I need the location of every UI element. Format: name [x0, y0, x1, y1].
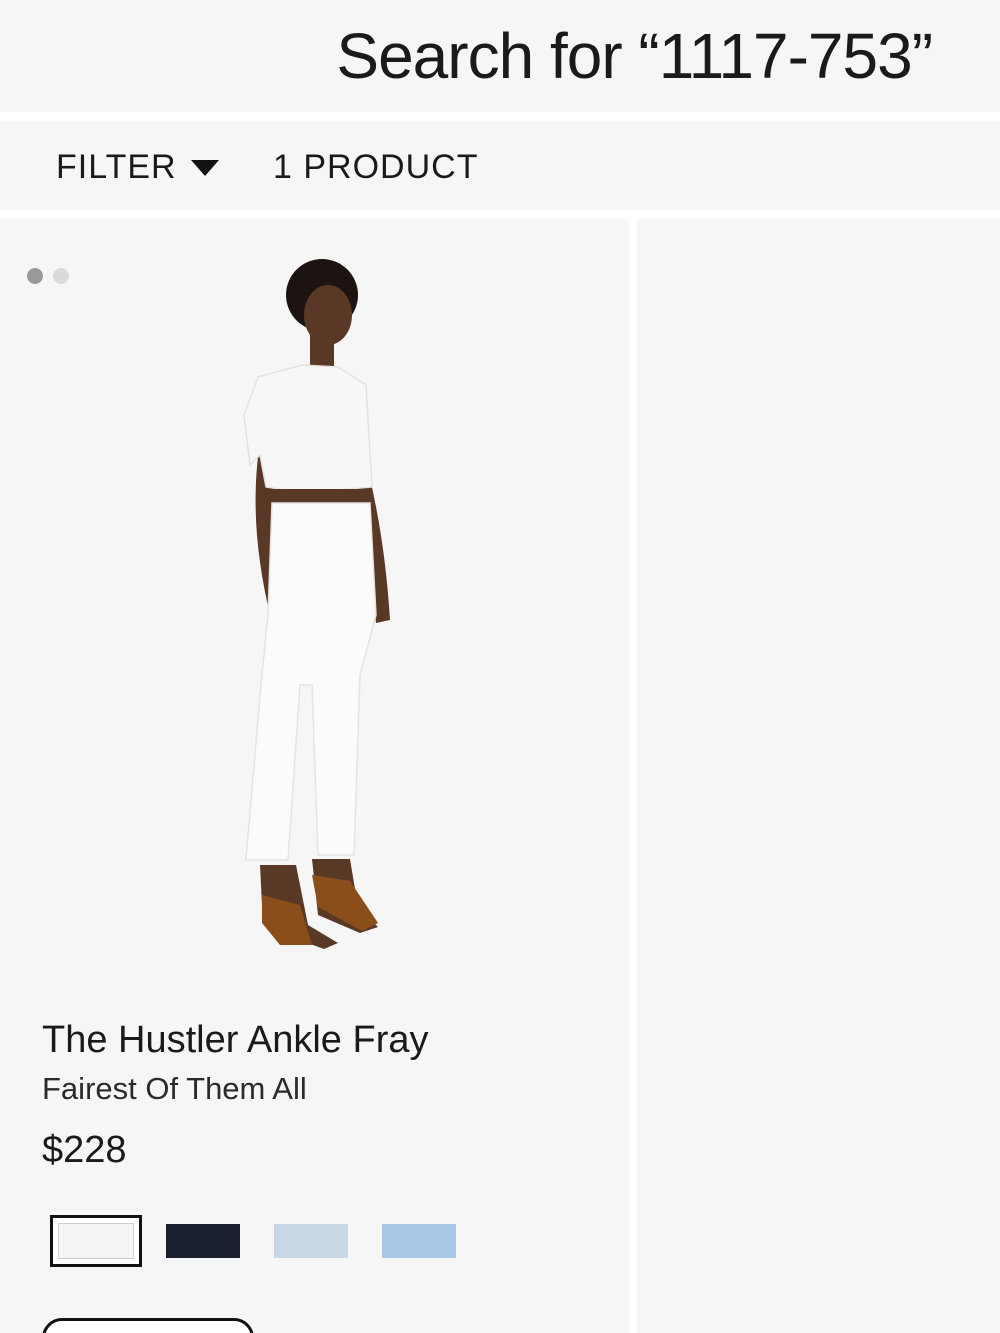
- search-results-page: Search for “1117-753” FILTER 1 PRODUCT T…: [0, 0, 1000, 1333]
- empty-grid-cell: [637, 219, 1000, 1333]
- product-price: $228: [42, 1129, 127, 1171]
- filter-button[interactable]: FILTER: [56, 145, 219, 189]
- swatch-navy[interactable]: [166, 1224, 240, 1258]
- search-header: Search for “1117-753”: [0, 0, 1000, 112]
- product-count: 1 PRODUCT: [273, 148, 479, 186]
- caret-down-icon: [190, 160, 219, 176]
- carousel-dot-2[interactable]: [53, 268, 69, 284]
- swatch-white-fill: [58, 1223, 134, 1259]
- product-color-name: Fairest Of Them All: [42, 1071, 307, 1106]
- swatch-white[interactable]: [50, 1215, 142, 1267]
- swatch-light-blue[interactable]: [274, 1224, 348, 1258]
- carousel-dot-1[interactable]: [27, 268, 43, 284]
- page-title: Search for “1117-753”: [336, 20, 933, 92]
- quick-add-button[interactable]: [42, 1318, 254, 1333]
- product-image[interactable]: [200, 255, 430, 975]
- results-toolbar: FILTER 1 PRODUCT: [0, 121, 1000, 210]
- product-name[interactable]: The Hustler Ankle Fray: [42, 1018, 428, 1062]
- image-carousel-dots: [27, 268, 69, 284]
- swatch-sky-blue[interactable]: [382, 1224, 456, 1258]
- filter-label: FILTER: [56, 148, 177, 186]
- left-sandal: [262, 895, 312, 945]
- product-top: [243, 364, 373, 494]
- color-swatches: [50, 1215, 490, 1267]
